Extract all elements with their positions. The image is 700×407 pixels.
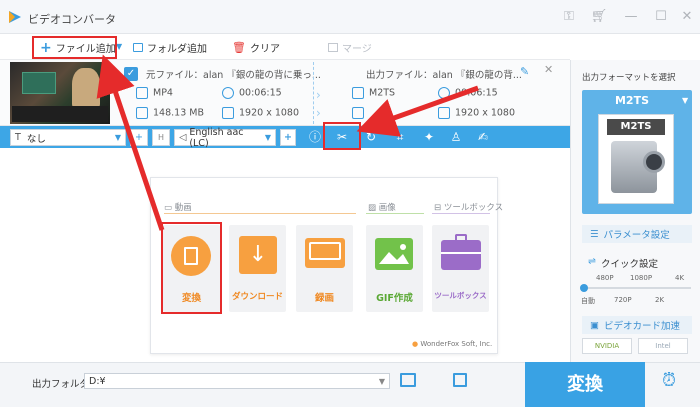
chevron-down-icon: ▼	[378, 376, 385, 386]
alarm-clock-icon[interactable]: ⏰︎	[658, 370, 680, 392]
annotation-arrows	[96, 54, 479, 231]
output-folder-input[interactable]: D:¥ ▼	[84, 373, 390, 389]
browse-folder-icon[interactable]	[400, 373, 416, 387]
arrow-to-add-file	[96, 54, 165, 231]
convert-button[interactable]: 変換	[525, 362, 645, 407]
arrow-to-cut	[356, 85, 479, 137]
open-folder-icon[interactable]	[453, 373, 467, 387]
